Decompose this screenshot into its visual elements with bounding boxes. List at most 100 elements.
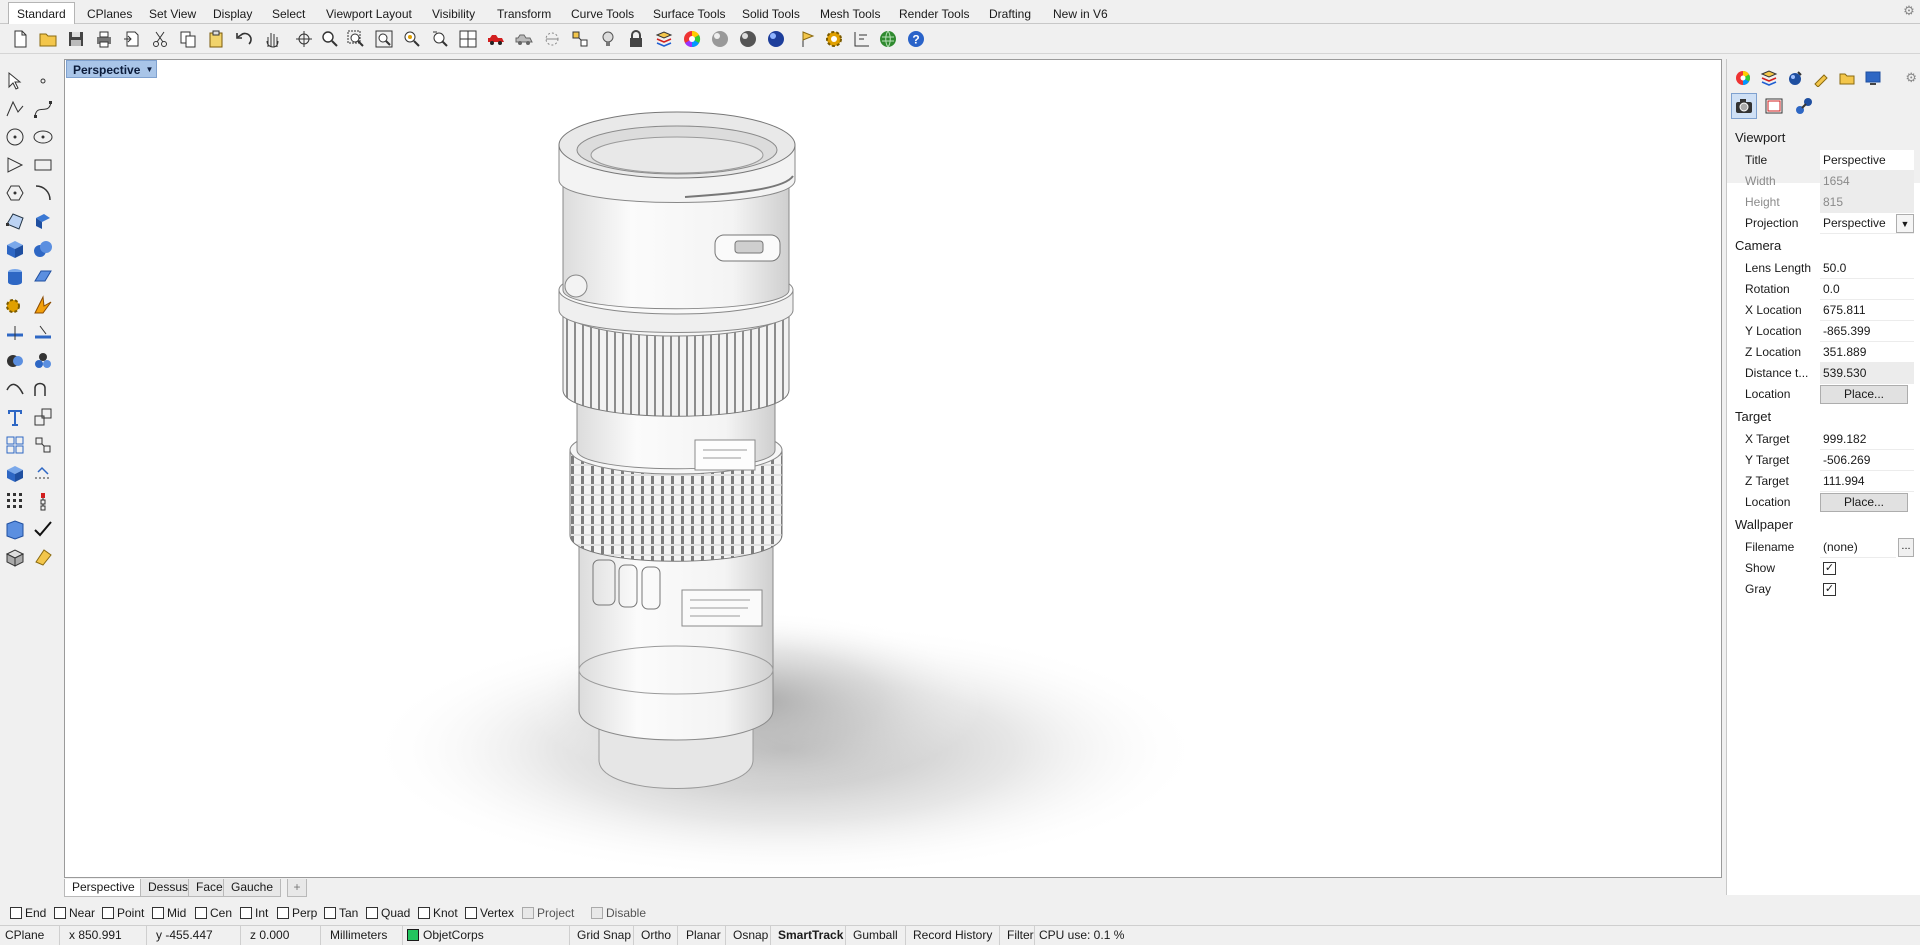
osnap-quad-checkbox[interactable] (366, 907, 378, 919)
viewport-tab-perspective[interactable]: Perspective (64, 879, 143, 897)
prop-ytarget-input[interactable]: -506.269 (1820, 450, 1914, 471)
prop-xtarget-input[interactable]: 999.182 (1820, 429, 1914, 450)
panel-tab-material-icon[interactable] (1785, 69, 1805, 87)
undo-view-icon[interactable] (428, 27, 452, 51)
grid-array-icon[interactable] (2, 488, 28, 514)
frame-icon[interactable] (1761, 93, 1787, 119)
zoom-window-icon[interactable] (344, 27, 368, 51)
light-icon[interactable] (596, 27, 620, 51)
tab-visibility[interactable]: Visibility (423, 4, 484, 22)
array-polar-icon[interactable] (30, 432, 56, 458)
panel-tab-brush-icon[interactable] (1811, 69, 1831, 87)
tab-display[interactable]: Display (204, 4, 261, 22)
arc-icon[interactable] (2, 152, 28, 178)
osnap-quad[interactable]: Quad (366, 906, 410, 920)
history-icon[interactable] (30, 488, 56, 514)
dimension-tool-icon[interactable] (2, 460, 28, 486)
prop-ztarget-input[interactable]: 111.994 (1820, 471, 1914, 492)
osnap-mid[interactable]: Mid (152, 906, 186, 920)
tab-solid-tools[interactable]: Solid Tools (733, 4, 809, 22)
car-icon[interactable] (484, 27, 508, 51)
layers-icon[interactable] (652, 27, 676, 51)
osnap-int-checkbox[interactable] (240, 907, 252, 919)
zoom-icon[interactable] (318, 27, 342, 51)
prop-lens-input[interactable]: 50.0 (1820, 258, 1914, 279)
osnap-vertex-checkbox[interactable] (465, 907, 477, 919)
color-wheel-icon[interactable] (680, 27, 704, 51)
viewport-tab-gauche[interactable]: Gauche (223, 879, 282, 897)
filter-toggle[interactable]: Filter (1002, 926, 1035, 945)
osnap-tan[interactable]: Tan (324, 906, 358, 920)
group-icon[interactable] (30, 348, 56, 374)
prop-yloc-input[interactable]: -865.399 (1820, 321, 1914, 342)
record-history-toggle[interactable]: Record History (908, 926, 1000, 945)
gumball-toggle[interactable]: Gumball (848, 926, 906, 945)
browse-filename-button[interactable]: ... (1898, 538, 1914, 557)
status-units[interactable]: Millimeters (325, 926, 403, 945)
trim-icon[interactable] (30, 320, 56, 346)
planar-toggle[interactable]: Planar (681, 926, 726, 945)
boolean-icon[interactable] (2, 348, 28, 374)
blue-sphere-icon[interactable] (764, 27, 788, 51)
ghost-icon[interactable] (540, 27, 564, 51)
viewport-grid-icon[interactable] (456, 27, 480, 51)
print-icon[interactable] (92, 27, 116, 51)
cylinder-icon[interactable] (2, 264, 28, 290)
show-wallpaper-checkbox[interactable]: ✓ (1823, 562, 1836, 575)
tab-viewport-layout[interactable]: Viewport Layout (317, 4, 421, 22)
tab-transform[interactable]: Transform (488, 4, 560, 22)
add-viewport-tab-icon[interactable]: + (287, 879, 307, 897)
osnap-disable[interactable]: Disable (591, 906, 646, 920)
projection-chevron-down-icon[interactable]: ▼ (1896, 214, 1914, 233)
paste-icon[interactable] (204, 27, 228, 51)
gray-wallpaper-checkbox[interactable]: ✓ (1823, 583, 1836, 596)
osnap-end[interactable]: End (10, 906, 46, 920)
undo-icon[interactable] (232, 27, 256, 51)
osnap-point-checkbox[interactable] (102, 907, 114, 919)
surface-pts-icon[interactable] (2, 208, 28, 234)
osnap-knot[interactable]: Knot (418, 906, 458, 920)
status-layer[interactable]: ObjetCorps (402, 926, 570, 945)
panel-tab-layers-icon[interactable] (1759, 69, 1779, 87)
osnap-toggle[interactable]: Osnap (728, 926, 771, 945)
tab-drafting[interactable]: Drafting (980, 4, 1040, 22)
osnap-project-checkbox[interactable] (522, 907, 534, 919)
curve-pts-icon[interactable] (30, 96, 56, 122)
extrude-icon[interactable] (30, 208, 56, 234)
viewport-title[interactable]: Perspective (66, 60, 148, 78)
circle-icon[interactable] (2, 124, 28, 150)
rotate-view-icon[interactable] (292, 27, 316, 51)
sphere-icon[interactable] (708, 27, 732, 51)
osnap-perp-checkbox[interactable] (277, 907, 289, 919)
tab-standard[interactable]: Standard (8, 2, 75, 24)
layout-icon[interactable] (2, 516, 28, 542)
plane-icon[interactable] (30, 264, 56, 290)
render-sphere-icon[interactable] (736, 27, 760, 51)
text-icon[interactable] (2, 404, 28, 430)
tab-set-view[interactable]: Set View (140, 4, 205, 22)
explode-icon[interactable] (30, 292, 56, 318)
box-icon[interactable] (2, 236, 28, 262)
tab-new-in-v6[interactable]: New in V6 (1044, 4, 1117, 22)
osnap-cen-checkbox[interactable] (195, 907, 207, 919)
osnap-disable-checkbox[interactable] (591, 907, 603, 919)
tab-mesh-tools[interactable]: Mesh Tools (811, 4, 889, 22)
new-icon[interactable] (8, 27, 32, 51)
osnap-near[interactable]: Near (54, 906, 95, 920)
ellipse-icon[interactable] (30, 124, 56, 150)
link-icon[interactable] (1791, 93, 1817, 119)
save-icon[interactable] (64, 27, 88, 51)
panel-tab-folder-icon[interactable] (1837, 69, 1857, 87)
osnap-end-checkbox[interactable] (10, 907, 22, 919)
camera-place-button[interactable]: Place... (1820, 385, 1908, 404)
polyline-icon[interactable] (2, 96, 28, 122)
prop-zloc-input[interactable]: 351.889 (1820, 342, 1914, 363)
pan-icon[interactable] (260, 27, 284, 51)
osnap-project[interactable]: Project (522, 906, 574, 920)
scale-icon[interactable] (30, 404, 56, 430)
tab-render-tools[interactable]: Render Tools (890, 4, 979, 22)
grid-snap-toggle[interactable]: Grid Snap (572, 926, 634, 945)
flag-icon[interactable] (796, 27, 820, 51)
target-place-button[interactable]: Place... (1820, 493, 1908, 512)
shade-icon[interactable] (512, 27, 536, 51)
